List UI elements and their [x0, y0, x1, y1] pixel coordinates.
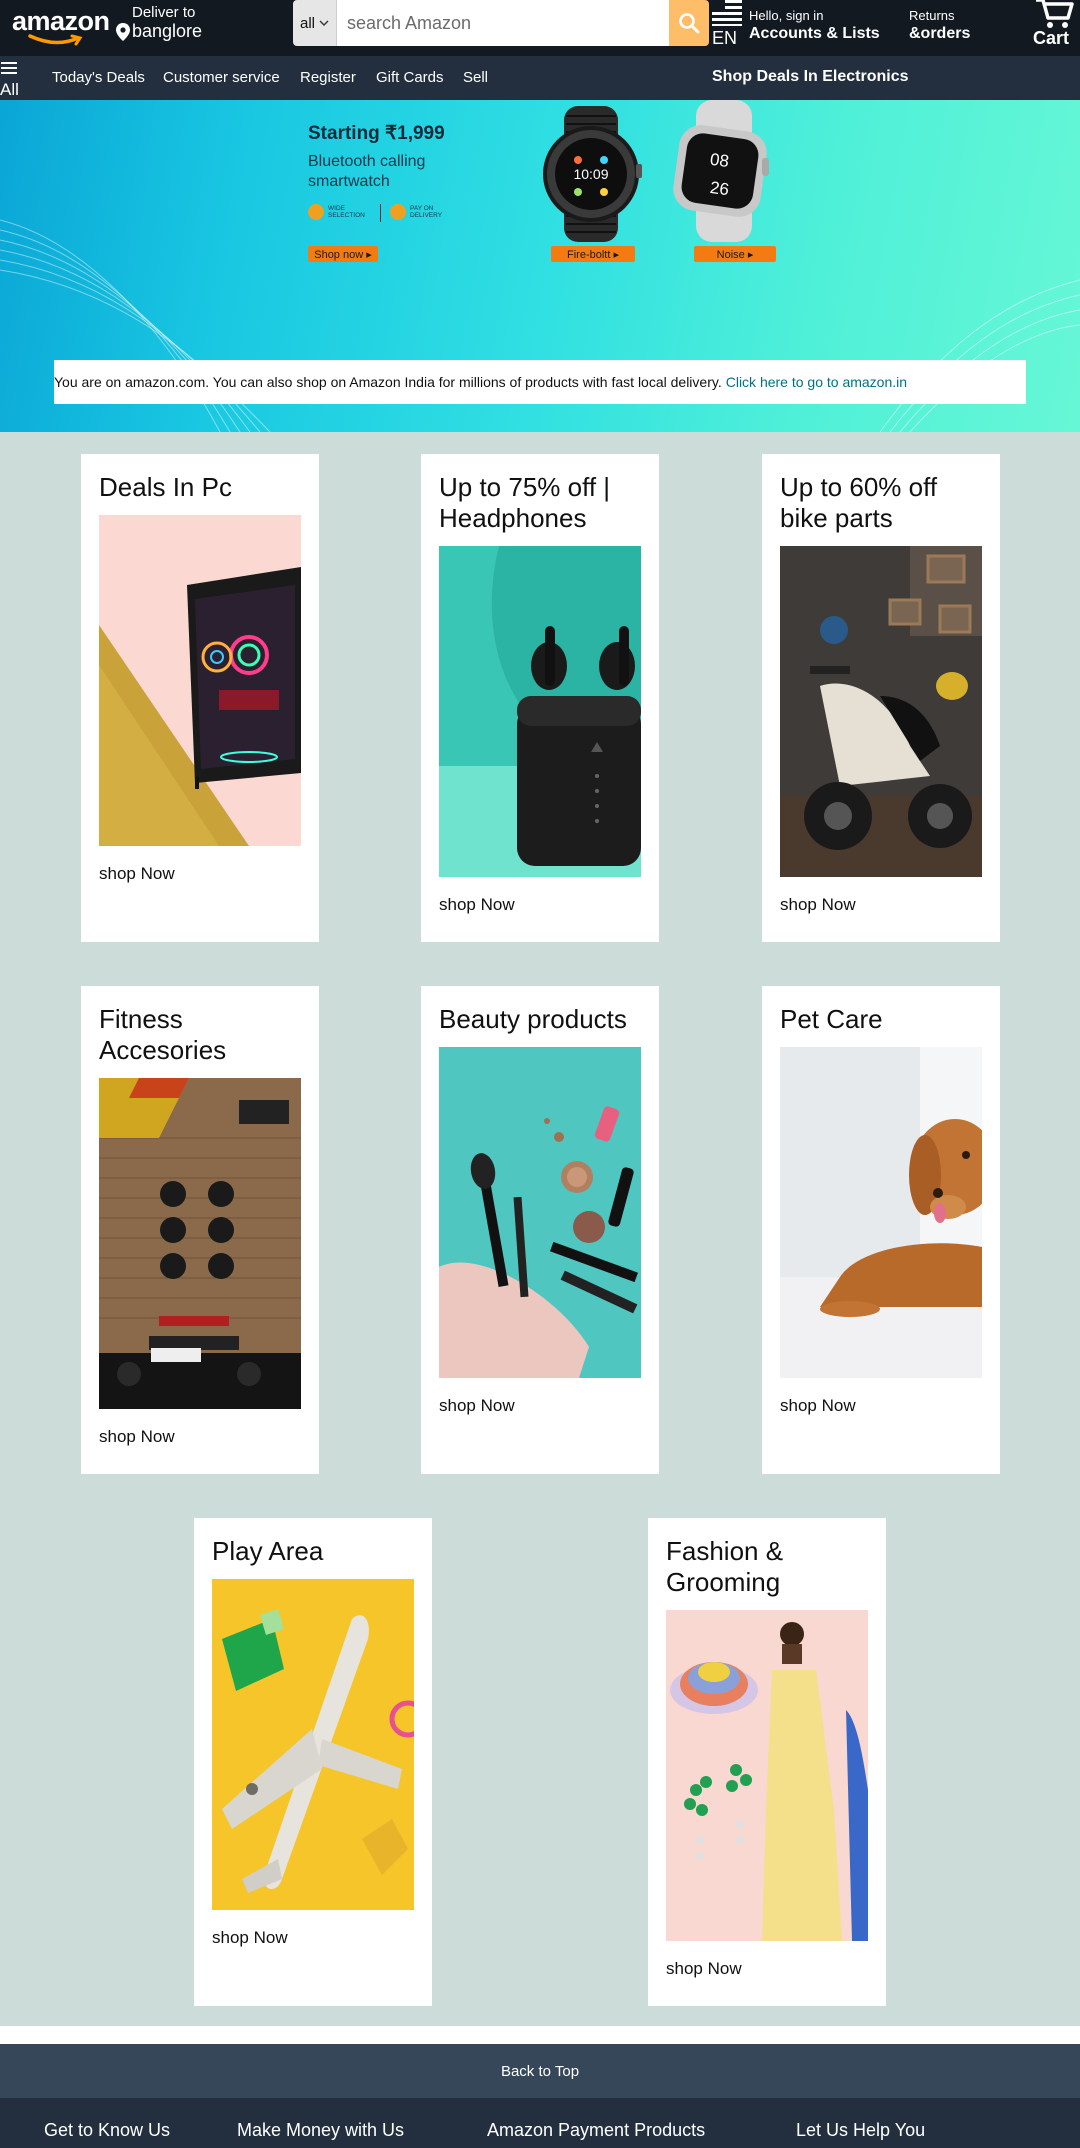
back-to-top-button[interactable]: Back to Top: [0, 2044, 1080, 2098]
card-shop-now-link[interactable]: shop Now: [666, 1959, 886, 1979]
deliver-to[interactable]: Deliver to banglore: [116, 4, 216, 42]
back-to-top-label: Back to Top: [500, 2062, 580, 2080]
language-selector[interactable]: EN: [710, 0, 744, 52]
location-pin-icon: [116, 22, 130, 41]
all-menu-button[interactable]: All: [0, 58, 30, 99]
cart-label: Cart: [1033, 28, 1070, 48]
nav-gift-cards[interactable]: Gift Cards: [376, 69, 444, 86]
card-pet-care[interactable]: Pet Care shop Now: [762, 986, 1000, 1474]
nav-todays-deals[interactable]: Today's Deals: [52, 69, 145, 86]
hamburger-icon: [1, 62, 17, 74]
hero-shop-now-button[interactable]: Shop now ▸: [308, 246, 378, 262]
card-deals-in-pc[interactable]: Deals In Pc shop Now: [81, 454, 319, 942]
notice-text: You are on amazon.com. You can also shop…: [54, 374, 722, 390]
returns-orders[interactable]: Returns &orders: [909, 8, 970, 43]
nav-customer-service[interactable]: Customer service: [163, 69, 280, 86]
card-title: Fashion & Grooming: [666, 1536, 784, 1597]
category-grid: Deals In Pc shop Now Up to 75% off | Hea…: [0, 432, 1080, 2026]
cart-icon: [1036, 0, 1074, 28]
account-greeting: Hello, sign in: [749, 8, 824, 23]
card-shop-now-link[interactable]: shop Now: [780, 895, 1000, 915]
noise-watch-image: 08 26: [673, 100, 769, 242]
footer-col-help[interactable]: Let Us Help You: [796, 2120, 925, 2141]
card-bike-parts[interactable]: Up to 60% off bike parts shop Now: [762, 454, 1000, 942]
footer-col-payment-products[interactable]: Amazon Payment Products: [487, 2120, 705, 2141]
noise-button[interactable]: Noise ▸: [694, 246, 776, 262]
card-title: Fitness Accesories: [99, 1004, 227, 1065]
card-shop-now-link[interactable]: shop Now: [99, 1427, 319, 1447]
card-image-pc[interactable]: [99, 515, 301, 846]
card-shop-now-link[interactable]: shop Now: [780, 1396, 1000, 1416]
card-title: Pet Care: [780, 1004, 883, 1034]
search-category-value: all: [299, 14, 315, 32]
sub-nav: All Today's Deals Customer service Regis…: [0, 56, 1080, 100]
smile-icon: [28, 34, 83, 46]
hero-title: Starting ₹1,999: [308, 123, 445, 144]
card-image-toys[interactable]: [212, 1579, 414, 1910]
search-button[interactable]: [669, 0, 709, 46]
chevron-down-icon: [319, 20, 329, 26]
amazon-logo[interactable]: amazon: [12, 6, 110, 46]
account-menu[interactable]: Hello, sign in Accounts & Lists: [749, 8, 880, 43]
deliver-location: banglore: [132, 21, 203, 41]
logo-text: amazon: [12, 6, 110, 36]
card-image-gym[interactable]: [99, 1078, 301, 1409]
nav-sell[interactable]: Sell: [463, 69, 488, 86]
card-image-dog[interactable]: [780, 1047, 982, 1378]
cart-button[interactable]: Cart: [1028, 0, 1080, 52]
footer-col-make-money[interactable]: Make Money with Us: [237, 2120, 404, 2141]
card-shop-now-link[interactable]: shop Now: [439, 895, 659, 915]
language-code: EN: [712, 28, 738, 48]
card-shop-now-link[interactable]: shop Now: [439, 1396, 659, 1416]
card-beauty[interactable]: Beauty products shop Now: [421, 986, 659, 1474]
selection-icon: [308, 204, 324, 220]
card-fashion[interactable]: Fashion & Grooming shop Now: [648, 1518, 886, 2006]
card-title: Beauty products: [439, 1004, 627, 1034]
footer-gap: [0, 2026, 1080, 2044]
account-label: Accounts & Lists: [749, 25, 880, 42]
hero-banner[interactable]: Starting ₹1,999 Bluetooth calling smartw…: [0, 100, 1080, 432]
watch-2-min: 26: [709, 178, 730, 199]
card-title: Play Area: [212, 1536, 324, 1566]
search-icon: [679, 13, 700, 34]
card-play-area[interactable]: Play Area shop Now: [194, 1518, 432, 2006]
footer-col-get-to-know-us[interactable]: Get to Know Us: [44, 2120, 170, 2141]
hero-subtitle: Bluetooth calling smartwatch: [308, 153, 426, 190]
deliver-label: Deliver to: [132, 4, 196, 21]
fire-boltt-watch-image: 10:09: [543, 106, 642, 242]
card-image-makeup[interactable]: [439, 1047, 641, 1378]
card-image-fashion[interactable]: [666, 1610, 868, 1941]
watch-2-hour: 08: [709, 150, 730, 171]
fire-boltt-button[interactable]: Fire-boltt ▸: [551, 246, 635, 262]
locale-notice: You are on amazon.com. You can also shop…: [54, 360, 1026, 404]
card-image-earbuds[interactable]: [439, 546, 641, 877]
returns-label: Returns: [909, 8, 955, 23]
all-label: All: [0, 80, 19, 99]
card-title: Up to 60% off bike parts: [780, 472, 938, 533]
nav-belt: amazon Deliver to banglore all search Am…: [0, 0, 1080, 56]
search-category-select[interactable]: all: [293, 0, 337, 46]
feature-pay-on-delivery: Pay on delivery: [390, 204, 452, 220]
nav-promo-electronics[interactable]: Shop Deals In Electronics: [712, 68, 909, 86]
delivery-icon: [390, 204, 406, 220]
us-flag-icon: [712, 0, 742, 26]
card-shop-now-link[interactable]: shop Now: [212, 1928, 432, 1948]
watch-1-time: 10:09: [573, 166, 608, 182]
orders-label: &orders: [909, 25, 971, 42]
feature-divider: [380, 204, 381, 222]
card-headphones[interactable]: Up to 75% off | Headphones shop Now: [421, 454, 659, 942]
nav-register[interactable]: Register: [300, 69, 356, 86]
search-input[interactable]: [337, 0, 669, 46]
notice-link[interactable]: Click here to go to amazon.in: [726, 374, 907, 390]
card-fitness[interactable]: Fitness Accesories shop Now: [81, 986, 319, 1474]
footer-links: Get to Know Us Make Money with Us Amazon…: [0, 2098, 1080, 2148]
feature-wide-selection: Wide selection: [308, 204, 370, 220]
card-shop-now-link[interactable]: shop Now: [99, 864, 319, 884]
card-title: Deals In Pc: [99, 472, 232, 502]
card-image-scooter[interactable]: [780, 546, 982, 877]
search-bar: all: [293, 0, 709, 46]
card-title: Up to 75% off | Headphones: [439, 472, 611, 533]
